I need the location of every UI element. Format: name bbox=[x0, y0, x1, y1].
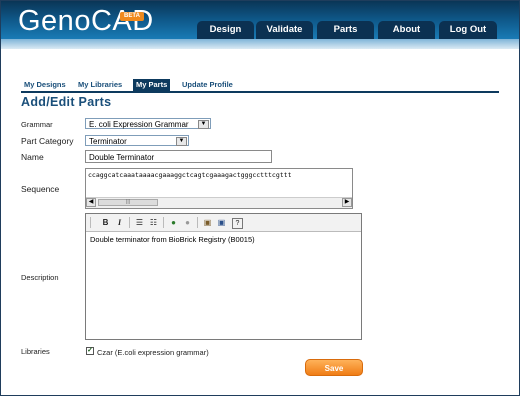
grammar-select-value: E. coli Expression Grammar bbox=[89, 120, 189, 129]
toolbar-divider bbox=[129, 217, 130, 228]
unlink-icon[interactable]: ● bbox=[182, 217, 193, 228]
paste-word-icon[interactable]: ▣ bbox=[216, 217, 227, 228]
italic-icon[interactable]: I bbox=[114, 217, 125, 228]
nav-design[interactable]: Design bbox=[197, 21, 254, 39]
description-label: Description bbox=[21, 273, 59, 282]
subtab-bar: My Designs My Libraries My Parts Update … bbox=[21, 79, 499, 93]
horizontal-scrollbar[interactable]: ◀ ||| ▶ bbox=[86, 197, 352, 208]
library-checkbox[interactable]: ✓ bbox=[86, 347, 94, 355]
app-window: GenoCAD BETA Design Validate Parts About… bbox=[0, 0, 520, 396]
libraries-label: Libraries bbox=[21, 347, 50, 356]
help-icon[interactable]: ? bbox=[232, 218, 243, 229]
chevron-down-icon: ▼ bbox=[198, 120, 209, 129]
nav-validate[interactable]: Validate bbox=[256, 21, 313, 39]
scroll-thumb[interactable]: ||| bbox=[98, 199, 158, 206]
tab-my-parts[interactable]: My Parts bbox=[133, 79, 171, 91]
editor-toolbar: B I ☰ ☷ ● ● ▣ ▣ ? bbox=[86, 214, 361, 232]
description-editor[interactable]: B I ☰ ☷ ● ● ▣ ▣ ? Double terminator from… bbox=[85, 213, 362, 340]
sequence-text: ccaggcatcaaataaaacgaaaggctcagtcgaaagactg… bbox=[88, 171, 292, 179]
beta-badge: BETA bbox=[120, 12, 144, 21]
library-option-label: Czar (E.coli expression grammar) bbox=[97, 348, 209, 357]
category-select-value: Terminator bbox=[89, 137, 127, 146]
toolbar-divider bbox=[163, 217, 164, 228]
bold-icon[interactable]: B bbox=[100, 217, 111, 228]
tab-my-designs[interactable]: My Designs bbox=[21, 79, 69, 91]
save-button[interactable]: Save bbox=[305, 359, 363, 376]
description-text: Double terminator from BioBrick Registry… bbox=[90, 235, 255, 244]
header-subbar bbox=[1, 39, 519, 49]
sequence-textarea[interactable]: ccaggcatcaaataaaacgaaaggctcagtcgaaagactg… bbox=[85, 168, 353, 209]
page-title: Add/Edit Parts bbox=[21, 95, 112, 109]
category-select[interactable]: Terminator ▼ bbox=[85, 135, 189, 146]
name-label: Name bbox=[21, 152, 44, 162]
bullet-list-icon[interactable]: ☷ bbox=[148, 217, 159, 228]
chevron-down-icon: ▼ bbox=[176, 137, 187, 146]
logo[interactable]: GenoCAD bbox=[18, 4, 154, 38]
tab-my-libraries[interactable]: My Libraries bbox=[75, 79, 125, 91]
grammar-select[interactable]: E. coli Expression Grammar ▼ bbox=[85, 118, 211, 129]
sequence-label: Sequence bbox=[21, 184, 60, 194]
tab-update-profile[interactable]: Update Profile bbox=[179, 79, 236, 91]
scroll-right-icon[interactable]: ▶ bbox=[342, 198, 352, 207]
paste-icon[interactable]: ▣ bbox=[202, 217, 213, 228]
nav-parts[interactable]: Parts bbox=[317, 21, 374, 39]
nav-logout[interactable]: Log Out bbox=[439, 21, 497, 39]
grammar-label: Grammar bbox=[21, 120, 53, 129]
category-label: Part Category bbox=[21, 136, 74, 146]
numbered-list-icon[interactable]: ☰ bbox=[134, 217, 145, 228]
nav-about[interactable]: About bbox=[378, 21, 435, 39]
scroll-left-icon[interactable]: ◀ bbox=[86, 198, 96, 207]
toolbar-handle bbox=[90, 217, 91, 228]
name-input[interactable]: Double Terminator bbox=[85, 150, 272, 163]
toolbar-divider bbox=[197, 217, 198, 228]
link-icon[interactable]: ● bbox=[168, 217, 179, 228]
